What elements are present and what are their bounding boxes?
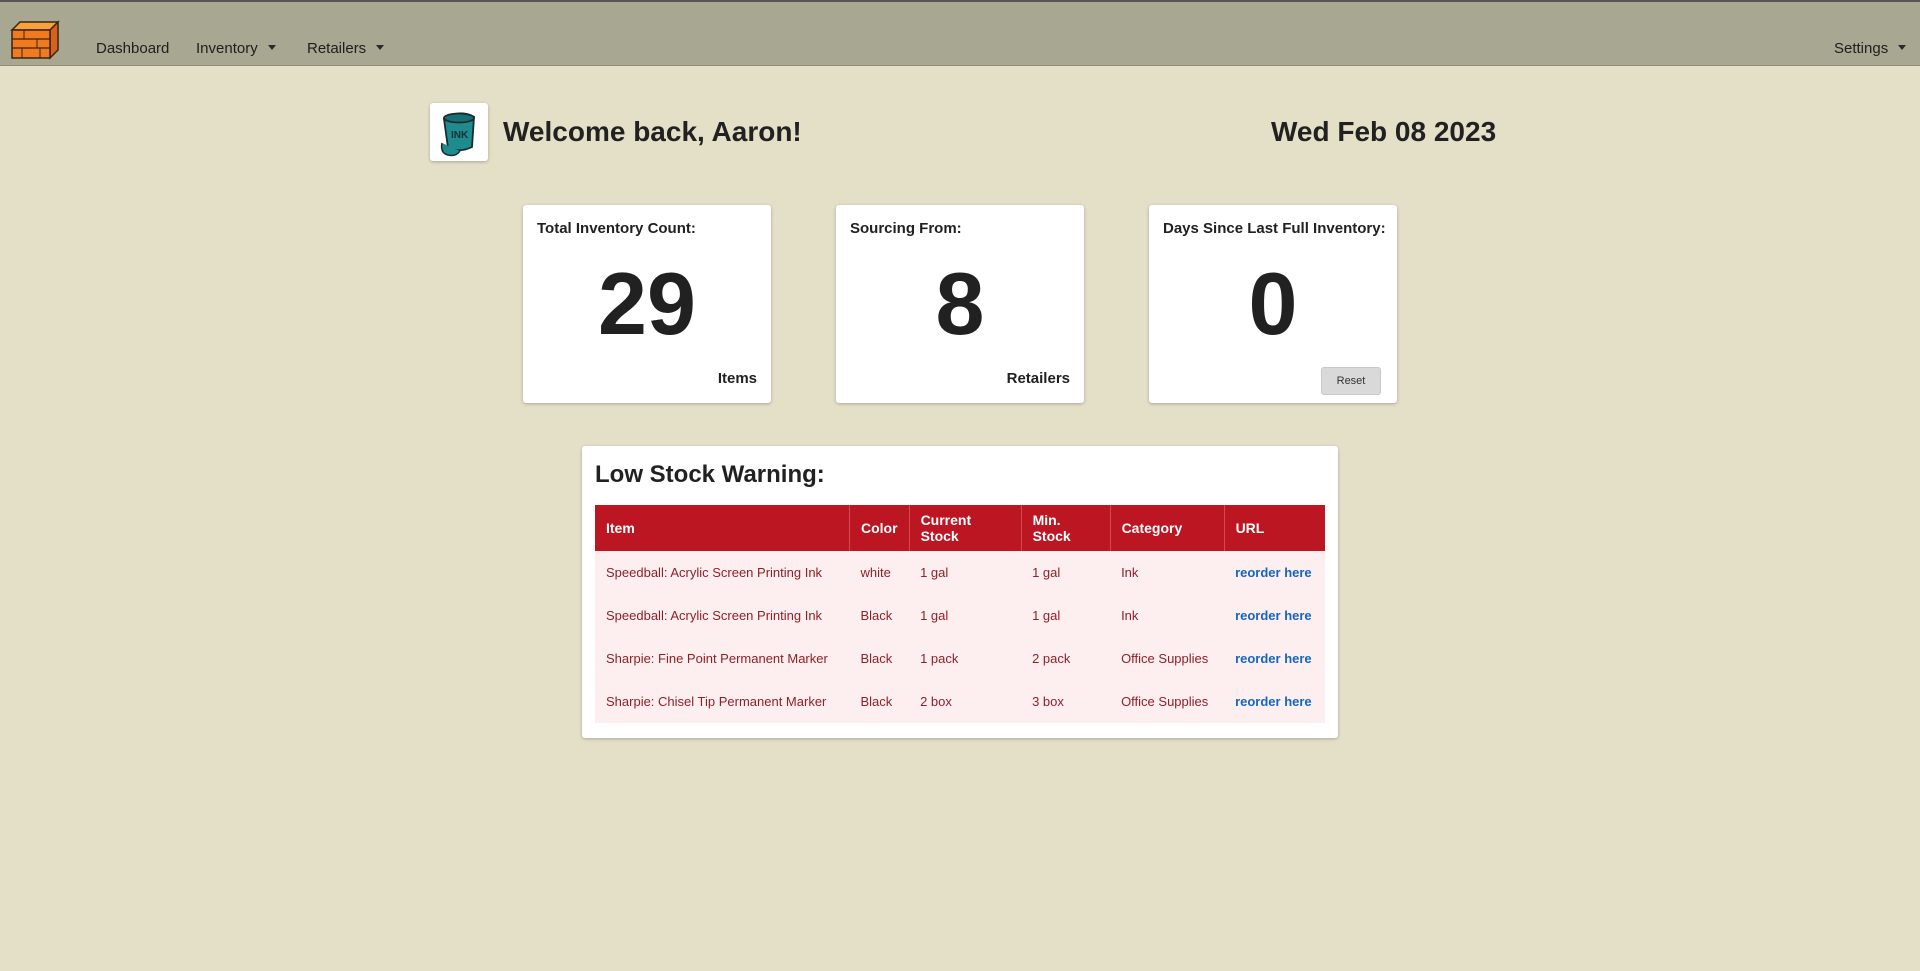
reorder-link[interactable]: reorder here [1235,651,1312,666]
current-stock-cell: 2 box [920,694,952,709]
low-stock-table: Item Color Current Stock Min. Stock Cate… [595,505,1325,723]
color-cell: Black [860,694,893,709]
nav-dashboard[interactable]: Dashboard [96,40,169,57]
table-row: Speedball: Acrylic Screen Printing Ink w… [595,551,1325,594]
low-stock-title: Low Stock Warning: [595,461,825,488]
table-row: Speedball: Acrylic Screen Printing Ink B… [595,594,1325,637]
retailer-count-value: 8 [935,254,985,353]
color-cell: Black [860,651,893,666]
min-stock-cell: 3 box [1032,694,1064,709]
sourcing-card: Sourcing From: 8 Retailers [836,205,1084,403]
reorder-link[interactable]: reorder here [1235,694,1312,709]
column-header: Min. Stock [1021,505,1111,551]
item-cell: Speedball: Acrylic Screen Printing Ink [606,565,823,580]
url-cell: reorder here [1224,680,1325,723]
nav-settings-dropdown[interactable]: Settings [1834,40,1907,57]
svg-text:INK: INK [451,130,469,141]
nav-retailers-label: Retailers [307,40,367,57]
current-stock-cell: 1 gal [920,608,949,623]
nav-inventory-label: Inventory [196,40,258,57]
card-unit: Items [717,370,757,387]
inventory-crate-icon[interactable] [10,20,60,60]
category-cell: Ink [1121,608,1139,623]
reorder-link[interactable]: reorder here [1235,608,1312,623]
column-header: Item [595,505,850,551]
item-cell: Sharpie: Chisel Tip Permanent Marker [606,694,827,709]
column-header: URL [1235,520,1265,536]
url-cell: reorder here [1224,637,1325,680]
chevron-down-icon [267,44,276,50]
nav-dashboard-label: Dashboard [96,40,170,57]
current-stock-cell: 1 gal [920,565,949,580]
inventory-count-value: 29 [598,254,696,353]
card-title: Total Inventory Count: [537,220,696,237]
nav-retailers-dropdown[interactable]: Retailers [307,40,385,57]
reset-button[interactable]: Reset [1321,367,1381,395]
item-cell: Speedball: Acrylic Screen Printing Ink [606,608,823,623]
card-title: Days Since Last Full Inventory: [1163,220,1386,237]
current-date: Wed Feb 08 2023 [1271,116,1497,147]
item-cell: Sharpie: Fine Point Permanent Marker [606,651,828,666]
card-unit: Retailers [1006,370,1070,387]
chevron-down-icon [1898,44,1907,50]
min-stock-cell: 2 pack [1032,651,1071,666]
url-cell: reorder here [1224,551,1325,594]
card-title: Sourcing From: [850,220,962,237]
min-stock-cell: 1 gal [1032,565,1061,580]
ink-bucket-icon: INK [430,103,488,161]
nav-settings-label: Settings [1834,40,1889,57]
chevron-down-icon [376,44,385,50]
days-since-inventory-card: Days Since Last Full Inventory: 0 Reset [1149,205,1397,403]
table-row: Sharpie: Chisel Tip Permanent Marker Bla… [595,680,1325,723]
reorder-link[interactable]: reorder here [1235,565,1312,580]
low-stock-panel: Low Stock Warning: Item Color Current St… [582,446,1338,738]
table-header-row: Item Color Current Stock Min. Stock Cate… [595,505,1325,551]
category-cell: Office Supplies [1121,694,1209,709]
inventory-count-card: Total Inventory Count: 29 Items [523,205,771,403]
column-header: Current Stock [909,505,1022,551]
column-header: Color [849,505,910,551]
url-cell: reorder here [1224,594,1325,637]
table-row: Sharpie: Fine Point Permanent Marker Bla… [595,637,1325,680]
welcome-heading: Welcome back, Aaron! [503,116,802,147]
current-stock-cell: 1 pack [920,651,959,666]
min-stock-cell: 1 gal [1032,608,1061,623]
days-since-value: 0 [1248,254,1298,353]
column-header: Category [1110,505,1225,551]
color-cell: white [860,565,891,580]
color-cell: Black [860,608,893,623]
navbar: Dashboard Inventory Retailers Settings [0,0,1920,66]
category-cell: Ink [1121,565,1139,580]
category-cell: Office Supplies [1121,651,1209,666]
nav-inventory-dropdown[interactable]: Inventory [196,40,276,57]
